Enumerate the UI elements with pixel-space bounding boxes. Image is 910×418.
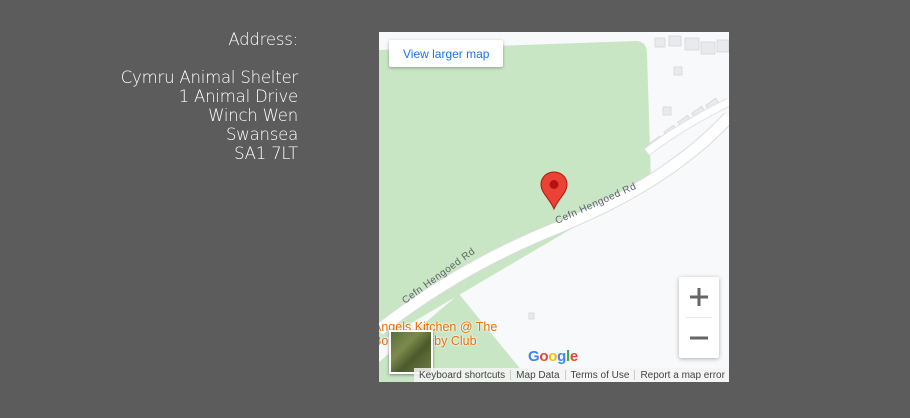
- address-block: Address: Cymru Animal Shelter 1 Animal D…: [121, 30, 298, 163]
- view-larger-map-link[interactable]: View larger map: [389, 40, 504, 67]
- map-data-link[interactable]: Map Data: [511, 370, 564, 381]
- terms-of-use-link[interactable]: Terms of Use: [566, 370, 635, 381]
- keyboard-shortcuts-link[interactable]: Keyboard shortcuts: [414, 370, 510, 381]
- address-line-name: Cymru Animal Shelter: [120, 68, 298, 87]
- google-logo-letter: e: [569, 348, 578, 365]
- address-line-locality: Winch Wen: [208, 106, 298, 125]
- zoom-control: [679, 277, 719, 358]
- embedded-map[interactable]: Cefn Hengoed Rd Cefn Hengoed Rd View lar…: [379, 32, 729, 382]
- address-line-city: Swansea: [226, 125, 298, 144]
- minus-icon: [690, 336, 708, 340]
- google-logo-letter: g: [557, 348, 566, 365]
- plus-icon: [690, 288, 708, 306]
- google-logo-letter: o: [548, 348, 558, 365]
- map-footer: Keyboard shortcuts Map Data Terms of Use…: [414, 368, 729, 382]
- google-logo-letter: o: [539, 348, 549, 365]
- google-logo: Google: [528, 348, 578, 365]
- address-line-postcode: SA1 7LT: [234, 144, 298, 163]
- map-pin-icon[interactable]: [540, 171, 568, 215]
- report-map-error-link[interactable]: Report a map error: [635, 370, 729, 381]
- google-logo-letter: G: [528, 348, 540, 365]
- address-line-street: 1 Animal Drive: [178, 87, 298, 106]
- address-heading: Address:: [228, 30, 298, 49]
- zoom-out-button[interactable]: [679, 318, 719, 358]
- zoom-in-button[interactable]: [679, 277, 719, 317]
